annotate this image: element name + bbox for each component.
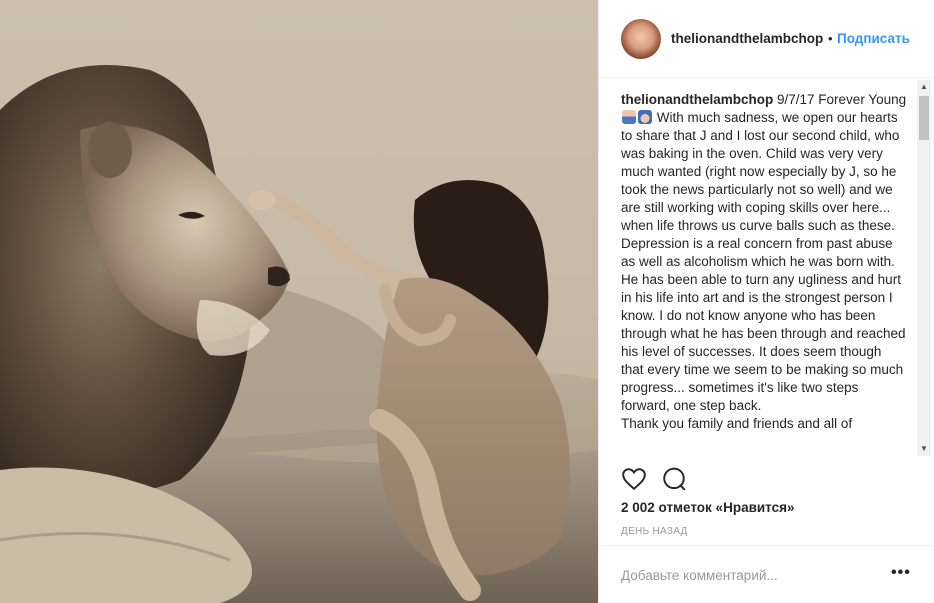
separator-dot: • xyxy=(828,31,833,46)
username-link[interactable]: thelionandthelambchop xyxy=(671,31,823,46)
caption-body: With much sadness, we open our hearts to… xyxy=(621,110,906,413)
likes-count[interactable]: 2 002 отметок «Нравится» xyxy=(621,500,795,515)
follow-button[interactable]: Подписать xyxy=(837,31,910,46)
caption-text: thelionandthelambchop 9/7/17 Forever You… xyxy=(621,91,907,433)
scrollbar-thumb[interactable] xyxy=(919,96,929,140)
comment-input[interactable] xyxy=(621,565,881,585)
post-timestamp[interactable]: ДЕНЬ НАЗАД xyxy=(621,526,688,537)
scroll-down-arrow-icon[interactable]: ▼ xyxy=(917,442,931,456)
caption-scrollbar[interactable]: ▲ ▼ xyxy=(917,80,931,456)
post-photo xyxy=(0,0,598,603)
comment-bubble-icon[interactable] xyxy=(661,466,687,492)
comment-row: ••• xyxy=(599,545,934,603)
post-actions xyxy=(621,466,701,494)
caption-username-link[interactable]: thelionandthelambchop xyxy=(621,92,773,107)
post-header: thelionandthelambchop • Подписать xyxy=(599,0,934,78)
scroll-up-arrow-icon[interactable]: ▲ xyxy=(917,80,931,94)
angel-emoji-icon xyxy=(638,110,652,124)
caption-scroll-area[interactable]: thelionandthelambchop 9/7/17 Forever You… xyxy=(621,80,915,456)
caption-cutoff-line: Thank you family and friends and all of xyxy=(621,416,853,431)
post-sidebar: thelionandthelambchop • Подписать thelio… xyxy=(598,0,934,603)
more-options-icon[interactable]: ••• xyxy=(891,564,911,582)
avatar[interactable] xyxy=(621,19,661,59)
caption-date-title: 9/7/17 Forever Young xyxy=(773,92,907,107)
photo-illustration xyxy=(0,0,598,603)
heart-icon[interactable] xyxy=(621,466,647,492)
person-emoji-icon xyxy=(622,110,636,124)
